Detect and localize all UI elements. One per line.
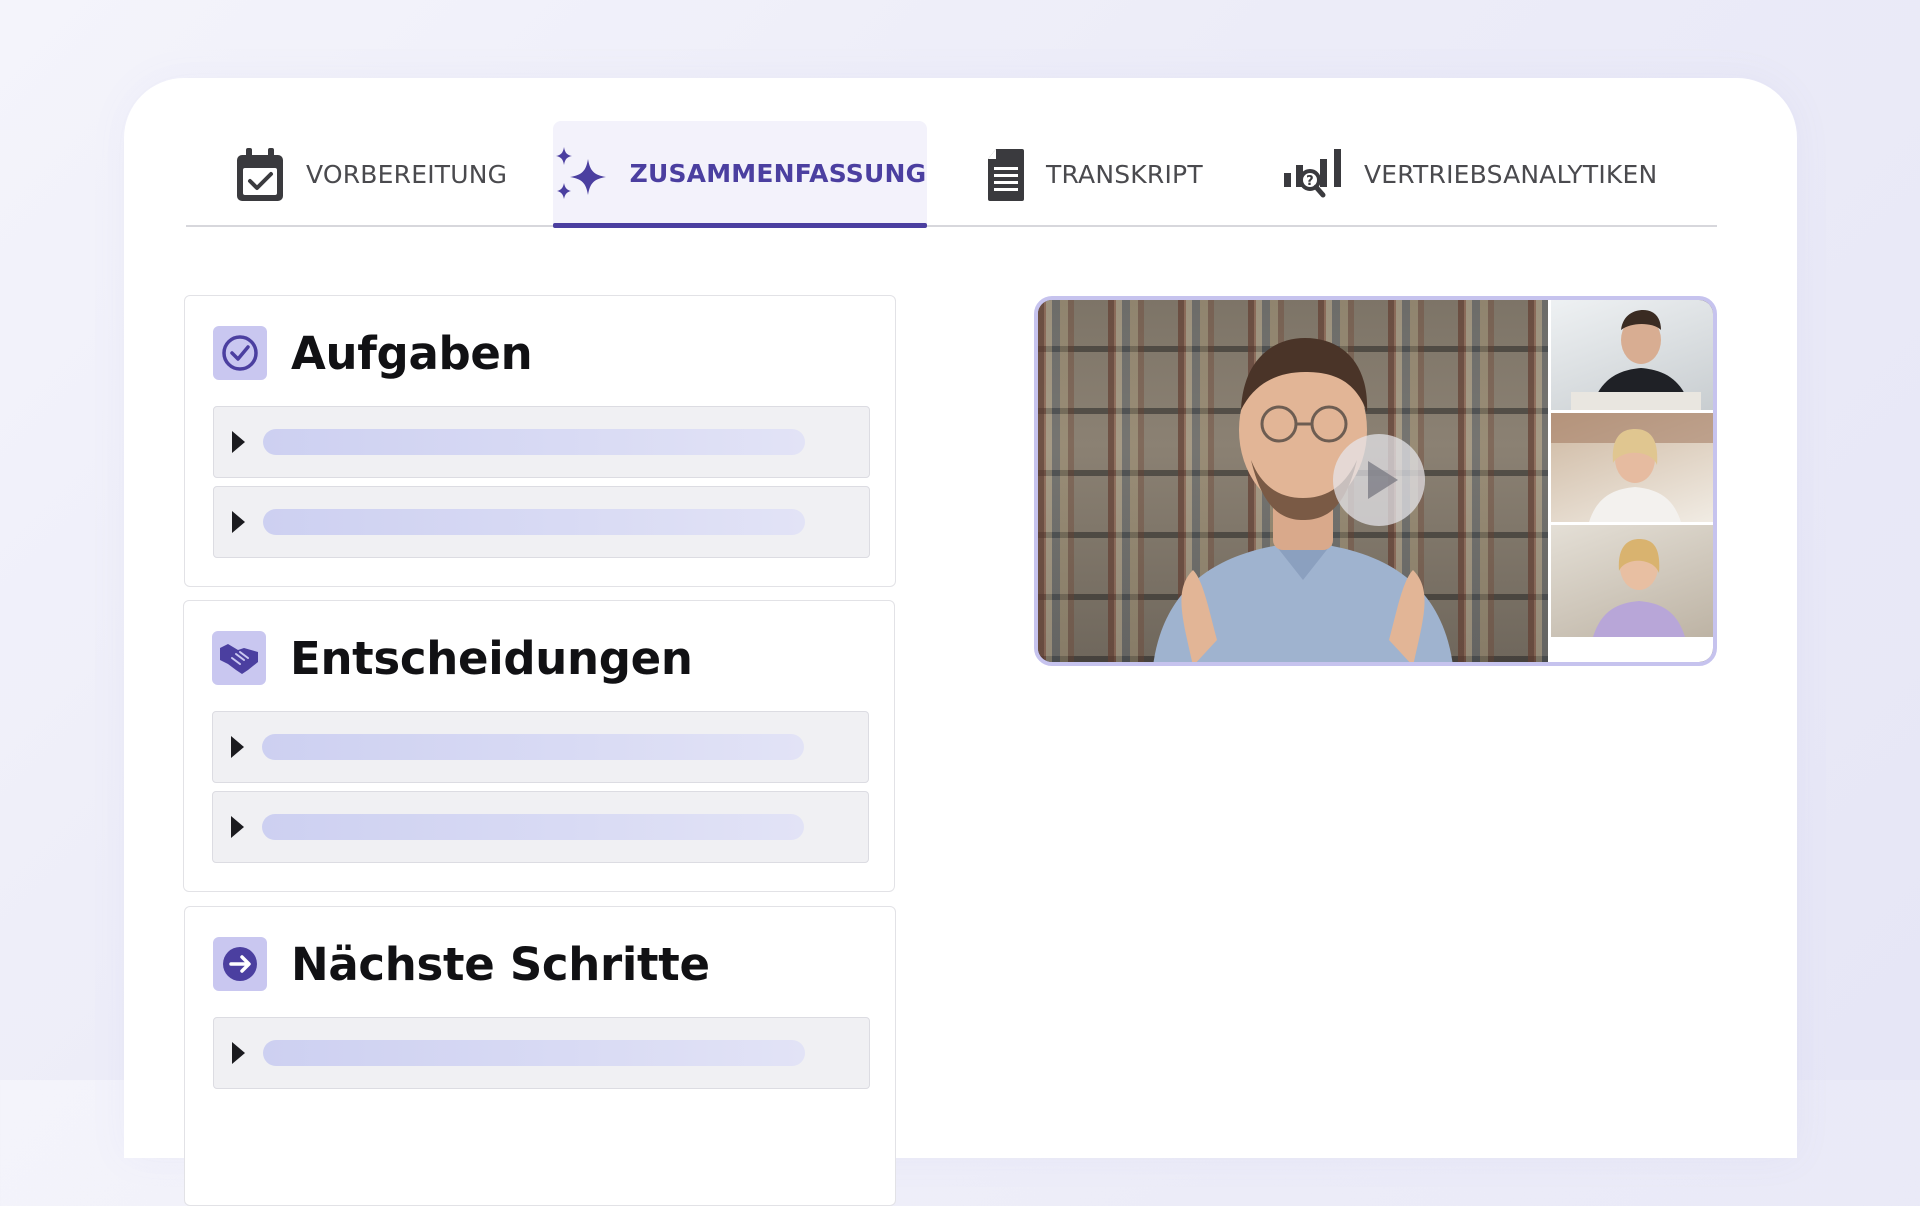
tab-label: VERTRIEBSANALYTIKEN [1364, 160, 1658, 189]
play-button[interactable] [1333, 434, 1425, 526]
list-item[interactable] [212, 791, 869, 863]
placeholder-bar [262, 814, 804, 840]
caret-right-icon [232, 1042, 245, 1064]
placeholder-bar [263, 429, 805, 455]
check-circle-icon [213, 326, 267, 380]
section-entscheidungen: Entscheidungen [183, 600, 895, 892]
list-item[interactable] [213, 1017, 870, 1089]
video-player[interactable] [1034, 296, 1717, 666]
list-item[interactable] [213, 486, 870, 558]
section-header: Nächste Schritte [213, 937, 710, 991]
section-header: Entscheidungen [212, 631, 693, 685]
participant-thumbnail [1548, 522, 1713, 637]
caret-right-icon [231, 816, 244, 838]
main-video-feed [1038, 300, 1548, 662]
placeholder-bar [263, 509, 805, 535]
placeholder-bar [262, 734, 804, 760]
tab-label: TRANSKRIPT [1046, 160, 1203, 189]
section-header: Aufgaben [213, 326, 533, 380]
participant-thumbnail [1548, 637, 1713, 662]
sparkles-icon [554, 145, 610, 203]
caret-right-icon [232, 431, 245, 453]
main-card: VORBEREITUNG ZUSAMMENFASSUNG TRANSKRIPT [124, 78, 1797, 1206]
section-aufgaben: Aufgaben [184, 295, 896, 587]
handshake-icon [212, 631, 266, 685]
analytics-search-icon: ? [1282, 147, 1344, 203]
svg-text:?: ? [1306, 174, 1314, 189]
tab-zusammenfassung[interactable]: ZUSAMMENFASSUNG [553, 121, 927, 228]
tab-vertriebsanalytiken[interactable]: ? VERTRIEBSANALYTIKEN [1282, 122, 1662, 227]
tab-label: VORBEREITUNG [306, 160, 508, 189]
tab-label: ZUSAMMENFASSUNG [629, 159, 927, 188]
section-title: Nächste Schritte [291, 937, 710, 991]
section-naechste-schritte: Nächste Schritte [184, 906, 896, 1206]
calendar-check-icon [234, 146, 286, 204]
caret-right-icon [231, 736, 244, 758]
list-item[interactable] [213, 406, 870, 478]
document-icon [986, 147, 1026, 203]
tab-transkript[interactable]: TRANSKRIPT [986, 122, 1226, 227]
participant-thumbnail [1548, 300, 1713, 410]
participant-thumbnail [1548, 410, 1713, 522]
section-title: Entscheidungen [290, 631, 693, 685]
section-title: Aufgaben [291, 326, 533, 380]
arrow-right-circle-icon [213, 937, 267, 991]
list-item[interactable] [212, 711, 869, 783]
placeholder-bar [263, 1040, 805, 1066]
tab-vorbereitung[interactable]: VORBEREITUNG [234, 122, 534, 227]
caret-right-icon [232, 511, 245, 533]
